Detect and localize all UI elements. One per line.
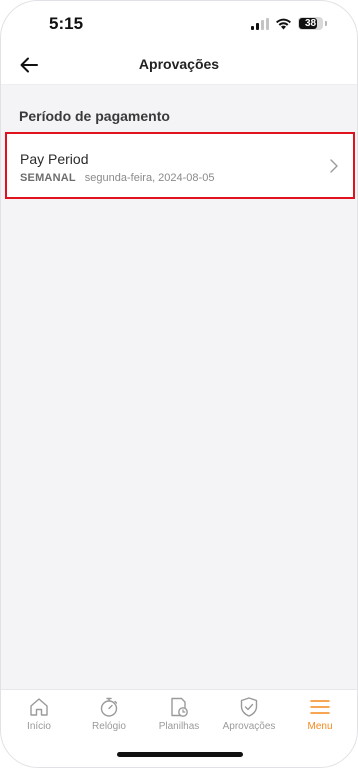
wifi-icon xyxy=(276,18,291,29)
pay-period-name: Pay Period xyxy=(20,151,89,167)
status-bar: 5:15 38 xyxy=(1,1,357,45)
top-nav-bar: Aprovações xyxy=(1,45,357,85)
section-title: Período de pagamento xyxy=(19,108,170,124)
tab-label: Planilhas xyxy=(158,721,200,732)
shield-check-icon xyxy=(240,697,258,717)
pay-period-meta: SEMANAL segunda-feira, 2024-08-05 xyxy=(20,172,214,184)
pay-period-date: segunda-feira, 2024-08-05 xyxy=(84,172,215,184)
bottom-tab-bar: Início Relógio Planilhas Aprovações Menu xyxy=(1,689,357,767)
pay-period-item[interactable]: Pay Period SEMANAL segunda-feira, 2024-0… xyxy=(5,132,355,199)
tab-label: Menu xyxy=(307,721,333,732)
battery-level: 38 xyxy=(304,18,317,29)
battery-icon: 38 xyxy=(298,17,323,30)
status-icons: 38 xyxy=(251,17,327,30)
page-title: Aprovações xyxy=(138,56,220,72)
tab-relogio[interactable]: Relógio xyxy=(74,696,144,732)
tab-label: Relógio xyxy=(92,721,126,732)
home-icon xyxy=(30,698,48,716)
chevron-right-icon xyxy=(330,159,338,173)
status-time: 5:15 xyxy=(49,14,84,33)
tab-inicio[interactable]: Início xyxy=(4,696,74,732)
tab-label: Aprovações xyxy=(222,721,276,732)
menu-icon xyxy=(310,700,330,714)
pay-period-type: SEMANAL xyxy=(20,172,76,184)
stopwatch-icon xyxy=(100,697,118,717)
timesheet-icon xyxy=(171,697,188,717)
battery-cap xyxy=(325,21,327,26)
tab-menu[interactable]: Menu xyxy=(285,696,355,732)
phone-screen: 5:15 38 Aprovações Período de pagamento … xyxy=(0,0,358,768)
cellular-signal-icon xyxy=(251,17,269,30)
tab-planilhas[interactable]: Planilhas xyxy=(144,696,214,732)
tab-label: Início xyxy=(27,721,51,732)
home-indicator xyxy=(117,752,243,757)
tab-aprovacoes[interactable]: Aprovações xyxy=(214,696,284,732)
